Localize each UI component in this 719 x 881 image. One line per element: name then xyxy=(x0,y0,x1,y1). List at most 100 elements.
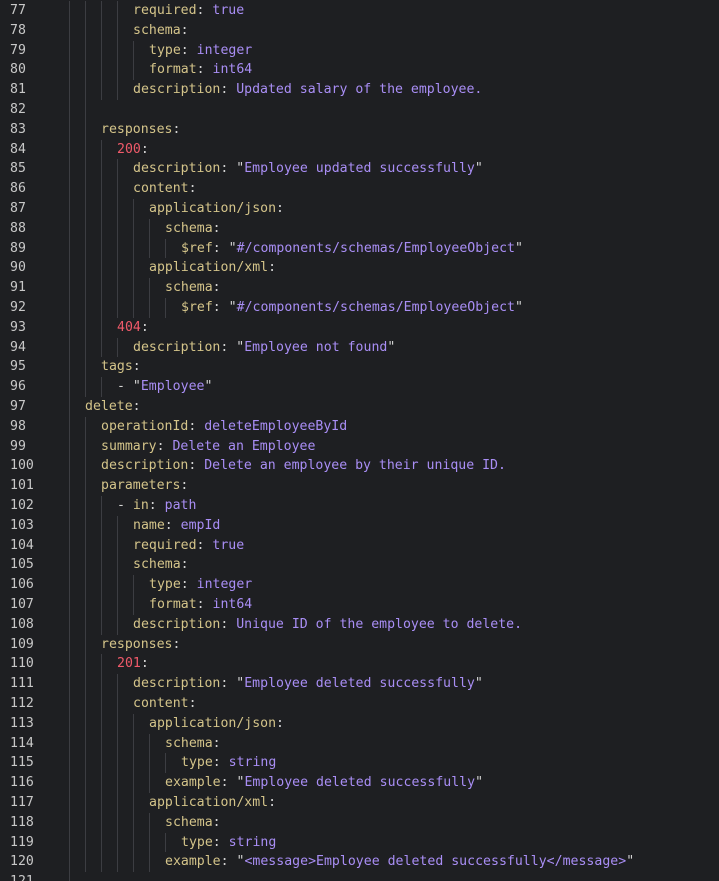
code-line[interactable]: 94 description: "Employee not found" xyxy=(0,337,719,358)
code-line[interactable]: 92 $ref: "#/components/schemas/EmployeeOb… xyxy=(0,298,719,318)
colon: : xyxy=(172,121,181,137)
code-line[interactable]: 89 $ref: "#/components/schemas/EmployeeOb… xyxy=(0,238,719,259)
code-line[interactable]: 84 200: xyxy=(0,139,719,160)
indent-guide xyxy=(53,100,69,120)
code-line[interactable]: 78 schema: xyxy=(0,20,719,41)
yaml-key: example xyxy=(165,854,221,870)
indent-guide xyxy=(53,417,69,437)
code-line[interactable]: 82 xyxy=(0,100,719,120)
indent-guide xyxy=(69,872,85,881)
code-line[interactable]: 118 schema: xyxy=(0,812,719,833)
code-line[interactable]: 101 parameters: xyxy=(0,476,719,496)
code-text: schema: xyxy=(53,218,221,239)
code-line[interactable]: 79 type: integer xyxy=(0,40,719,61)
yaml-key: schema xyxy=(165,280,213,296)
indent-guide xyxy=(101,713,117,734)
code-text: description: Unique ID of the employee t… xyxy=(53,614,522,635)
code-line[interactable]: 111 description: "Employee deleted succes… xyxy=(0,674,719,694)
indent-guide xyxy=(53,298,69,318)
colon: : xyxy=(212,834,221,850)
code-line[interactable]: 106 type: integer xyxy=(0,575,719,595)
code-line[interactable]: 88 schema: xyxy=(0,218,719,239)
colon: : xyxy=(164,517,173,533)
indent-guide xyxy=(85,515,101,536)
indent-guide xyxy=(133,278,149,298)
indent-guide xyxy=(69,713,85,734)
code-line[interactable]: 99 summary: Delete an Employee xyxy=(0,436,719,457)
line-number: 106 xyxy=(10,577,34,593)
code-line[interactable]: 91 schema: xyxy=(0,278,719,298)
code-text: description: Updated salary of the emplo… xyxy=(53,80,482,100)
code-line[interactable]: 110 201: xyxy=(0,654,719,675)
yaml-key: 201 xyxy=(117,656,141,672)
line-number: 112 xyxy=(10,696,34,711)
code-line[interactable]: 98 operationId: deleteEmployeeById xyxy=(0,416,719,437)
indent-guide xyxy=(53,1,69,21)
code-line[interactable]: 119 type: string xyxy=(0,832,719,853)
code-line[interactable]: 90 application/xml: xyxy=(0,258,719,279)
code-line[interactable]: 121 xyxy=(0,872,719,881)
code-line[interactable]: 105 schema: xyxy=(0,555,719,576)
colon: : xyxy=(268,260,277,276)
colon: : xyxy=(276,201,284,216)
colon: : xyxy=(212,814,221,830)
code-text: schema: xyxy=(53,733,221,754)
colon: : xyxy=(180,557,189,573)
code-line[interactable]: 100 description: Delete an employee by th… xyxy=(0,456,719,477)
line-number: 77 xyxy=(10,3,26,18)
line-number: 93 xyxy=(10,319,26,335)
code-line[interactable]: 83 responses: xyxy=(0,119,719,140)
code-line[interactable]: 97 delete: xyxy=(0,397,719,417)
code-line[interactable]: 104 required: true xyxy=(0,535,719,556)
code-line[interactable]: 85 description: "Employee updated success… xyxy=(0,159,719,180)
indent-guide xyxy=(53,140,69,160)
code-line[interactable]: 81 description: Updated salary of the emp… xyxy=(0,80,719,100)
code-text: 201: xyxy=(53,654,149,675)
code-editor[interactable]: 77 required: true 78 schema: 79 type: integer… xyxy=(0,0,719,881)
code-line[interactable]: 107 format: int64 xyxy=(0,595,719,615)
code-line[interactable]: 108 description: Unique ID of the employe… xyxy=(0,614,719,635)
indent-guide xyxy=(85,852,101,873)
code-line[interactable]: 80 format: int64 xyxy=(0,60,719,81)
yaml-value: true xyxy=(204,3,245,18)
code-line[interactable]: 115 type: string xyxy=(0,753,719,774)
code-line[interactable]: 120 example: "<message>Employee deleted s… xyxy=(0,852,719,873)
yaml-key: format xyxy=(149,62,197,78)
indent-guide xyxy=(53,258,69,278)
code-line[interactable]: 102 - in: path xyxy=(0,496,719,516)
indent-guide xyxy=(85,357,101,378)
code-line[interactable]: 116 example: "Employee deleted successful… xyxy=(0,773,719,793)
code-line[interactable]: 86 content: xyxy=(0,179,719,199)
code-text: type: string xyxy=(53,753,276,774)
yaml-key: $ref xyxy=(181,300,213,315)
code-line[interactable]: 96 - "Employee" xyxy=(0,377,719,397)
colon: : xyxy=(212,300,221,315)
code-line[interactable]: 109 responses: xyxy=(0,634,719,655)
line-number: 85 xyxy=(10,161,26,177)
code-text: application/json: xyxy=(53,713,284,734)
yaml-key: required xyxy=(133,537,197,553)
indent-guide xyxy=(53,714,69,734)
code-line[interactable]: 103 name: empId xyxy=(0,515,719,536)
code-line[interactable]: 93 404: xyxy=(0,317,719,338)
colon: : xyxy=(180,478,189,494)
code-line[interactable]: 114 schema: xyxy=(0,733,719,754)
code-line[interactable]: 117 application/xml: xyxy=(0,793,719,813)
code-text: application/json: xyxy=(53,199,284,219)
indent-guide xyxy=(101,614,117,635)
indent-guide xyxy=(101,40,117,61)
indent-guide xyxy=(69,654,85,675)
indent-guide xyxy=(85,20,101,41)
yaml-value: path xyxy=(156,498,197,513)
code-line[interactable]: 112 content: xyxy=(0,694,719,714)
colon: : xyxy=(212,280,221,296)
indent-guide xyxy=(85,436,101,457)
code-line[interactable]: 113 application/json: xyxy=(0,713,719,734)
code-line[interactable]: 95 tags: xyxy=(0,357,719,378)
code-line[interactable]: 87 application/json: xyxy=(0,199,719,219)
code-line[interactable]: 77 required: true xyxy=(0,1,719,21)
yaml-key: schema xyxy=(165,735,213,751)
indent-guide xyxy=(117,812,133,833)
colon: : xyxy=(180,22,189,38)
indent-guide xyxy=(85,139,101,160)
